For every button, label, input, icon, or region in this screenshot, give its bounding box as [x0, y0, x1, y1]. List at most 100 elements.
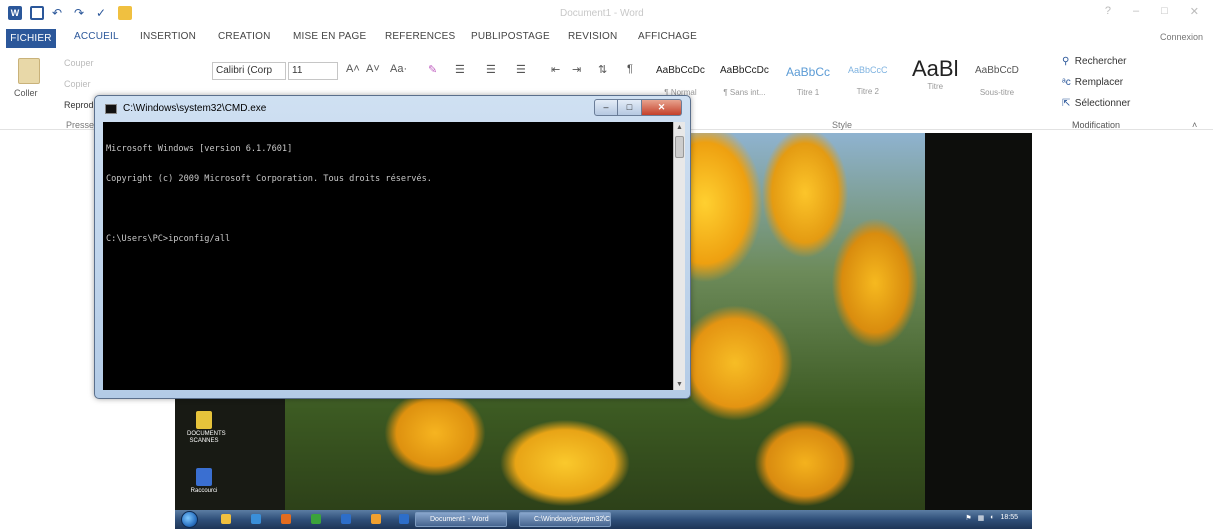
replace-button[interactable]: ᵃc Remplacer: [1062, 77, 1123, 88]
ribbon-tabs: FICHIER ACCUEIL INSERTION CREATION MISE …: [0, 28, 1213, 50]
style-titre-label: Titre: [927, 82, 944, 91]
desktop-icon-documents-scannes[interactable]: DOCUMENTS SCANNES: [187, 411, 226, 445]
media-player-icon[interactable]: [281, 514, 291, 524]
scroll-up-icon[interactable]: ▲: [674, 122, 685, 133]
tray-volume-icon[interactable]: ◐: [990, 514, 994, 522]
redo-icon[interactable]: ↷: [74, 6, 88, 20]
cmd-output: Microsoft Windows [version 6.1.7601] Cop…: [106, 124, 432, 264]
sort-icon[interactable]: ⇅: [598, 63, 607, 76]
replace-label: Remplacer: [1074, 77, 1124, 88]
taskbar: Document1 - Word C:\Windows\system32\CMD…: [175, 510, 1032, 529]
save-icon[interactable]: [30, 6, 44, 20]
cmd-title: C:\Windows\system32\CMD.exe: [123, 103, 267, 114]
style-titre-1[interactable]: AaBbCc Titre 1: [786, 65, 830, 97]
ie-icon[interactable]: [251, 514, 261, 524]
tab-publipostage[interactable]: PUBLIPOSTAGE: [471, 31, 550, 42]
chrome-icon[interactable]: [371, 514, 381, 524]
style-titre-1-sample: AaBbCc: [786, 65, 831, 79]
shrink-font-icon[interactable]: A˅: [366, 63, 380, 75]
help-button[interactable]: ?: [1105, 5, 1111, 18]
tab-fichier[interactable]: FICHIER: [6, 29, 56, 48]
tab-references[interactable]: REFERENCES: [385, 31, 455, 42]
find-button[interactable]: ⚲ Rechercher: [1062, 56, 1126, 67]
clear-format-icon[interactable]: ✎: [428, 63, 437, 76]
tab-insertion[interactable]: INSERTION: [140, 31, 196, 42]
font-size-select[interactable]: 11: [288, 62, 338, 80]
tab-revision[interactable]: REVISION: [568, 31, 617, 42]
style-titre[interactable]: AaBl Titre: [912, 56, 958, 91]
paste-icon[interactable]: [18, 58, 40, 84]
style-titre-sample: AaBl: [912, 56, 959, 81]
cmd-title-bar[interactable]: C:\Windows\system32\CMD.exe – □ ✕: [95, 96, 690, 120]
style-sous-titre[interactable]: AaBbCcD Sous-titre: [975, 65, 1019, 97]
explorer-icon[interactable]: [221, 514, 231, 524]
undo-icon[interactable]: ↶: [52, 6, 66, 20]
cmd-maximize-button[interactable]: □: [618, 99, 642, 116]
tab-accueil[interactable]: ACCUEIL: [74, 31, 119, 42]
copy-button[interactable]: Copier: [64, 79, 91, 89]
style-no-spacing[interactable]: AaBbCcDc ¶ Sans int...: [720, 65, 769, 97]
select-icon: ⇱: [1062, 98, 1071, 109]
tab-mise-en-page[interactable]: MISE EN PAGE: [293, 31, 366, 42]
decrease-indent-icon[interactable]: ⇤: [551, 63, 560, 76]
cmd-scrollbar[interactable]: ▲ ▼: [673, 122, 685, 390]
style-normal-sample: AaBbCcDc: [656, 65, 705, 76]
folder-icon: [196, 411, 212, 429]
find-label: Rechercher: [1074, 56, 1127, 67]
maximize-button[interactable]: □: [1161, 5, 1168, 18]
desktop-icon-label: DOCUMENTS SCANNES: [187, 431, 226, 444]
app-icon[interactable]: [341, 514, 351, 524]
cmd-close-button[interactable]: ✕: [642, 99, 682, 116]
pilcrow-icon[interactable]: ¶: [627, 63, 633, 75]
increase-indent-icon[interactable]: ⇥: [572, 63, 581, 76]
close-button[interactable]: ✕: [1190, 5, 1199, 18]
cmd-line: Copyright (c) 2009 Microsoft Corporation…: [106, 174, 432, 184]
bullets-icon[interactable]: ☰: [455, 63, 465, 76]
app-icon[interactable]: [399, 514, 409, 524]
word-app-icon: W: [8, 6, 22, 20]
tray-flag-icon[interactable]: ⚑: [965, 514, 971, 522]
taskbar-button-word[interactable]: Document1 - Word: [415, 512, 507, 527]
sign-in-link[interactable]: Connexion: [1160, 32, 1203, 42]
taskbar-button-cmd[interactable]: C:\Windows\system32\CMD.exe: [519, 512, 611, 527]
style-sous-titre-label: Sous-titre: [979, 88, 1015, 97]
editing-group-label: Modification: [1072, 120, 1121, 130]
cmd-console[interactable]: Microsoft Windows [version 6.1.7601] Cop…: [103, 122, 673, 390]
cmd-minimize-button[interactable]: –: [594, 99, 618, 116]
program-icon: [196, 468, 212, 486]
cmd-line: [106, 204, 432, 214]
clipboard-group-label: Presse: [66, 120, 95, 130]
start-button[interactable]: [181, 511, 198, 528]
grow-font-icon[interactable]: A˄: [346, 63, 360, 75]
document-title: Document1 - Word: [560, 8, 644, 19]
font-family-select[interactable]: Calibri (Corp: [212, 62, 286, 80]
quick-access-toolbar: W ↶ ↷ ✓: [8, 6, 132, 20]
desktop-icon-label: Raccourci: [190, 488, 218, 494]
select-label: Sélectionner: [1074, 98, 1131, 109]
scroll-thumb[interactable]: [675, 136, 684, 158]
minimize-button[interactable]: –: [1133, 5, 1139, 18]
multilevel-list-icon[interactable]: ☰: [516, 63, 526, 76]
clock[interactable]: 18:55: [1000, 514, 1018, 522]
style-no-spacing-label: ¶ Sans int...: [723, 88, 766, 97]
cmd-icon: [105, 104, 117, 114]
cmd-window[interactable]: C:\Windows\system32\CMD.exe – □ ✕ Micros…: [94, 95, 691, 399]
paste-button[interactable]: Coller: [14, 88, 38, 98]
app-icon[interactable]: [311, 514, 321, 524]
tray-network-icon[interactable]: ▦: [978, 514, 985, 522]
scroll-down-icon[interactable]: ▼: [674, 379, 685, 390]
cut-button[interactable]: Couper: [64, 58, 94, 68]
select-button[interactable]: ⇱ Sélectionner: [1062, 98, 1130, 109]
format-painter-button[interactable]: Reprod: [64, 100, 94, 110]
desktop-icon-raccourci[interactable]: Raccourci: [187, 468, 221, 495]
style-normal[interactable]: AaBbCcDc ¶ Normal: [656, 65, 705, 97]
tab-affichage[interactable]: AFFICHAGE: [638, 31, 697, 42]
numbering-icon[interactable]: ☰: [486, 63, 496, 76]
style-titre-2[interactable]: AaBbCcC Titre 2: [848, 65, 888, 96]
wallpaper-dark-edge: [925, 133, 1032, 529]
change-case-icon[interactable]: Aa·: [390, 63, 407, 75]
collapse-ribbon-icon[interactable]: ˄: [1192, 120, 1197, 130]
spellcheck-icon[interactable]: ✓: [96, 6, 110, 20]
open-folder-icon[interactable]: [118, 6, 132, 20]
tab-creation[interactable]: CREATION: [218, 31, 271, 42]
